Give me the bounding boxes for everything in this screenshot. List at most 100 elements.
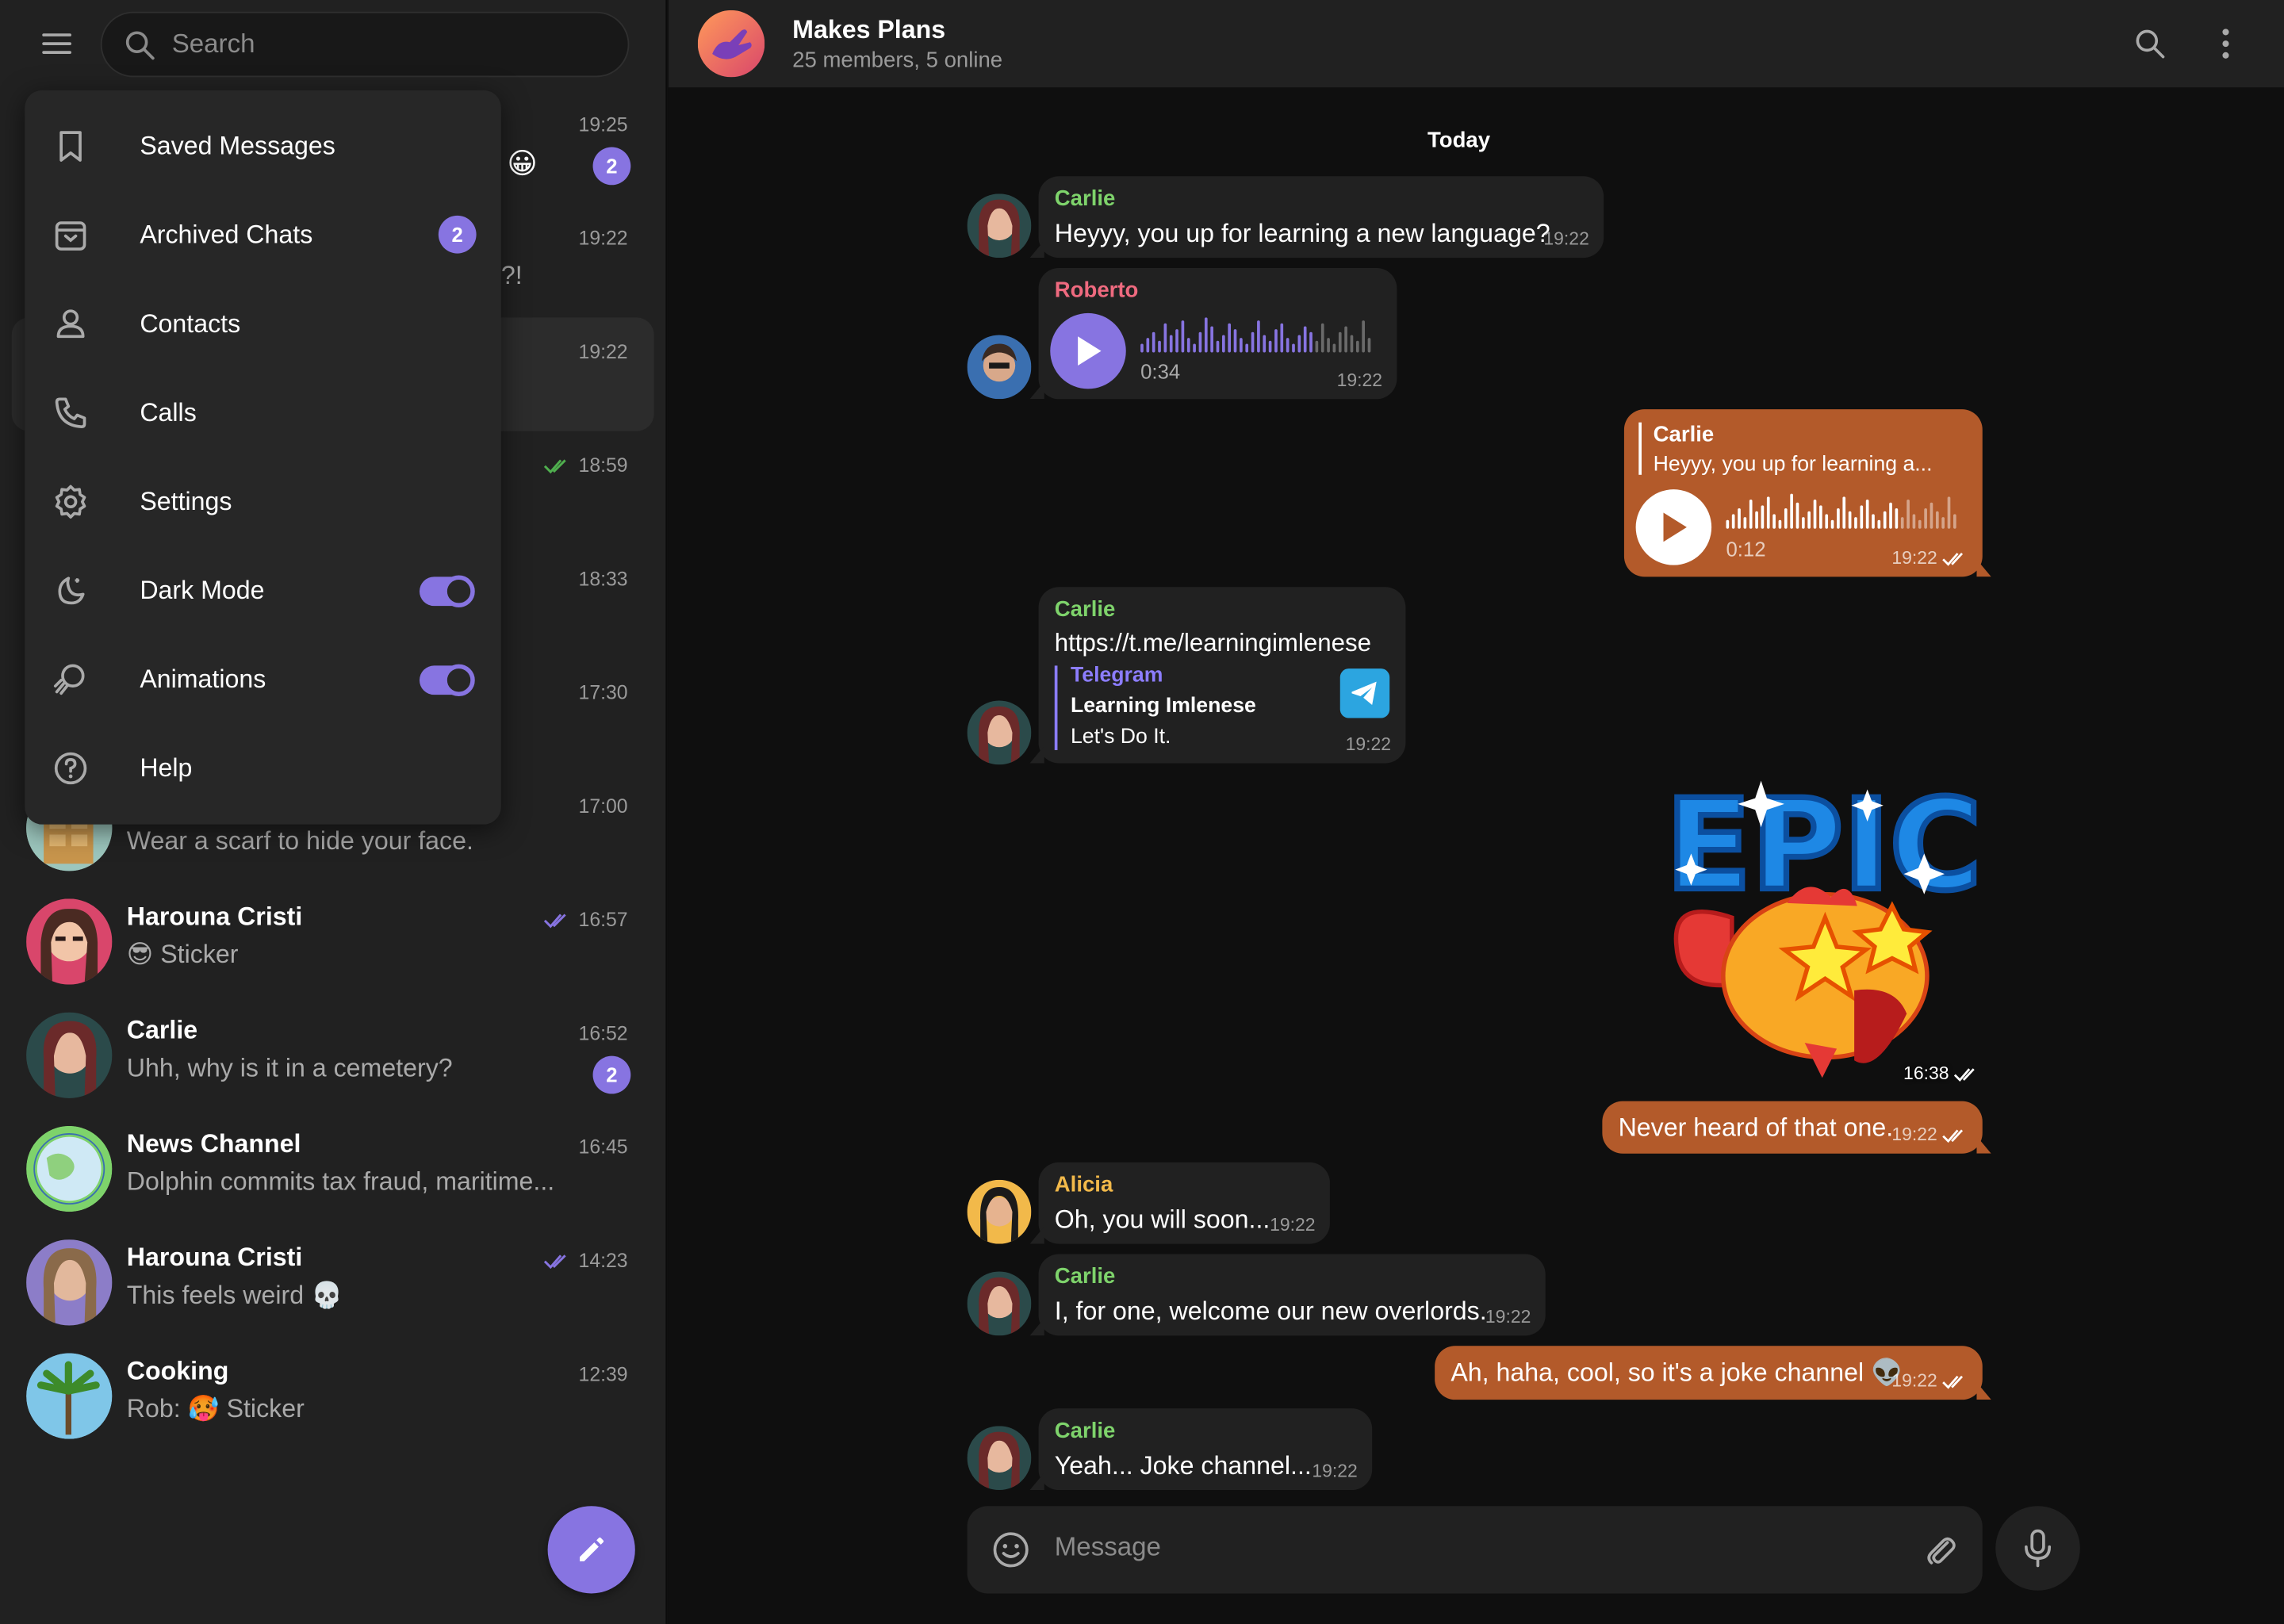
menu-item-help[interactable]: Help [25, 724, 501, 813]
help-icon [54, 752, 87, 785]
waveform-bar [1169, 335, 1173, 353]
link-preview-title: Learning Imlenese [1070, 695, 1256, 718]
menu-item-archived-chats[interactable]: Archived Chats 2 [25, 191, 501, 280]
avatar[interactable] [967, 1426, 1032, 1491]
reply-text: Heyyy, you up for learning a... [1653, 453, 1933, 477]
play-icon [1663, 512, 1687, 542]
waveform-bar [1181, 320, 1185, 353]
waveform-bar [1350, 335, 1354, 353]
sticker-message[interactable]: EPIC 16:38 [1662, 770, 1986, 1087]
menu-item-saved-messages[interactable]: Saved Messages [25, 102, 501, 191]
message-bubble[interactable]: Alicia Oh, you will soon... 19:22 [1029, 1162, 1330, 1244]
menu-item-label: Dark Mode [140, 575, 265, 605]
message-link[interactable]: https://t.me/learningimlenese [1055, 629, 1371, 658]
menu-item-calls[interactable]: Calls [25, 369, 501, 458]
avatar[interactable] [967, 193, 1032, 259]
reply-sender: Carlie [1653, 422, 1715, 447]
link-message-bubble[interactable]: Carlie https://t.me/learningimlenese Tel… [1029, 587, 1406, 764]
message-bubble[interactable]: Carlie Yeah... Joke channel... 19:22 [1029, 1408, 1373, 1491]
animations-toggle[interactable] [419, 664, 475, 696]
waveform-bar [1772, 514, 1776, 529]
smile-icon [993, 1532, 1029, 1568]
double-check-icon [1942, 552, 1964, 565]
main-menu-dropdown: Saved Messages Archived Chats 2 Contacts [25, 90, 501, 825]
chat-header[interactable]: Makes Plans 25 members, 5 online [669, 0, 2284, 88]
chat-name: Harouna Cristi [126, 1242, 303, 1272]
compose-button[interactable] [547, 1506, 635, 1594]
waveform-bar [1830, 519, 1834, 529]
message-sender: Carlie [1054, 597, 1116, 622]
chat-name: Harouna Cristi [126, 901, 303, 931]
search-input[interactable] [171, 29, 581, 60]
waveform-bar [1778, 519, 1782, 529]
message-input[interactable] [1054, 1532, 1871, 1563]
voice-waveform[interactable] [1140, 315, 1371, 353]
waveform-bar [1292, 343, 1295, 353]
conversation-panel: Makes Plans 25 members, 5 online Today C… [669, 0, 2284, 1624]
chat-row[interactable]: Cooking Rob: 🥵 Sticker 12:39 [12, 1340, 654, 1454]
message-sender: Carlie [1054, 1419, 1116, 1444]
message-bubble-outgoing[interactable]: Never heard of that one. 19:22 [1602, 1101, 1991, 1154]
menu-item-label: Contacts [140, 308, 241, 339]
chat-row[interactable]: News Channel Dolphin commits tax fraud, … [12, 1113, 654, 1226]
play-button[interactable] [1050, 312, 1126, 389]
menu-item-animations[interactable]: Animations [25, 635, 501, 724]
message-bubble[interactable]: Carlie Heyyy, you up for learning a new … [1029, 176, 1604, 259]
chat-row[interactable]: Harouna Cristi 😎 Sticker 16:57 [12, 886, 654, 999]
unread-badge: 2 [592, 147, 631, 186]
epic-fish-sticker: EPIC [1663, 770, 1984, 1078]
waveform-bar [1790, 493, 1793, 529]
message-bubble-outgoing[interactable]: Ah, haha, cool, so it's a joke channel 👽… [1435, 1346, 1991, 1400]
voice-message-bubble[interactable]: Roberto 0:34 19:22 [1029, 267, 1397, 400]
menu-item-settings[interactable]: Settings [25, 458, 501, 546]
menu-item-contacts[interactable]: Contacts [25, 280, 501, 369]
chat-time: 17:00 [578, 795, 628, 818]
voice-message-bubble-outgoing[interactable]: Carlie Heyyy, you up for learning a... 0… [1623, 409, 1991, 577]
chat-row[interactable]: Carlie Uhh, why is it in a cemetery? 16:… [12, 999, 654, 1113]
search-box[interactable] [100, 11, 630, 78]
chat-row[interactable]: Harouna Cristi This feels weird 💀 14:23 [12, 1227, 654, 1340]
voice-record-button[interactable] [1995, 1506, 2080, 1591]
header-search-button[interactable] [2119, 13, 2180, 75]
waveform-bar [1731, 514, 1735, 529]
chat-preview: Dolphin commits tax fraud, maritime... [126, 1166, 555, 1197]
archived-badge: 2 [438, 215, 477, 254]
chat-time: 14:23 [543, 1250, 628, 1272]
waveform-bar [1895, 508, 1899, 529]
message-time: 16:38 [1903, 1063, 1979, 1084]
unread-badge: 2 [592, 1055, 631, 1094]
waveform-bar [1726, 519, 1730, 529]
waveform-bar [1320, 323, 1324, 353]
voice-waveform[interactable] [1726, 491, 1956, 529]
waveform-bar [1251, 331, 1255, 353]
more-options-button[interactable] [2195, 13, 2256, 75]
telegram-logo-icon [1339, 668, 1390, 718]
menu-item-dark-mode[interactable]: Dark Mode [25, 546, 501, 635]
menu-item-label: Help [140, 753, 193, 783]
waveform-bar [1877, 519, 1881, 529]
hamburger-menu-button[interactable] [26, 13, 87, 75]
waveform-bar [1837, 508, 1840, 529]
avatar [26, 1353, 113, 1439]
play-icon [1078, 336, 1102, 366]
dark-mode-toggle[interactable] [419, 575, 475, 607]
microphone-icon [2025, 1529, 2052, 1568]
waveform-bar [1801, 517, 1805, 529]
avatar[interactable] [967, 1271, 1032, 1336]
double-check-icon [544, 458, 567, 473]
message-bubble[interactable]: Carlie I, for one, welcome our new overl… [1029, 1254, 1546, 1336]
message-sender: Carlie [1054, 186, 1116, 212]
waveform-bar [1918, 519, 1922, 529]
avatar[interactable] [967, 1179, 1032, 1244]
double-check-icon [1953, 1067, 1975, 1082]
play-button[interactable] [1635, 489, 1712, 565]
attach-button[interactable] [1920, 1530, 1960, 1570]
date-divider: Today [1427, 128, 1491, 153]
avatar[interactable] [967, 700, 1032, 765]
waveform-bar [1907, 500, 1910, 529]
chat-preview: 😎 Sticker [126, 939, 239, 969]
waveform-bar [1338, 331, 1342, 353]
chat-name: Carlie [126, 1015, 198, 1044]
avatar[interactable] [967, 335, 1032, 400]
emoji-button[interactable] [991, 1530, 1031, 1570]
